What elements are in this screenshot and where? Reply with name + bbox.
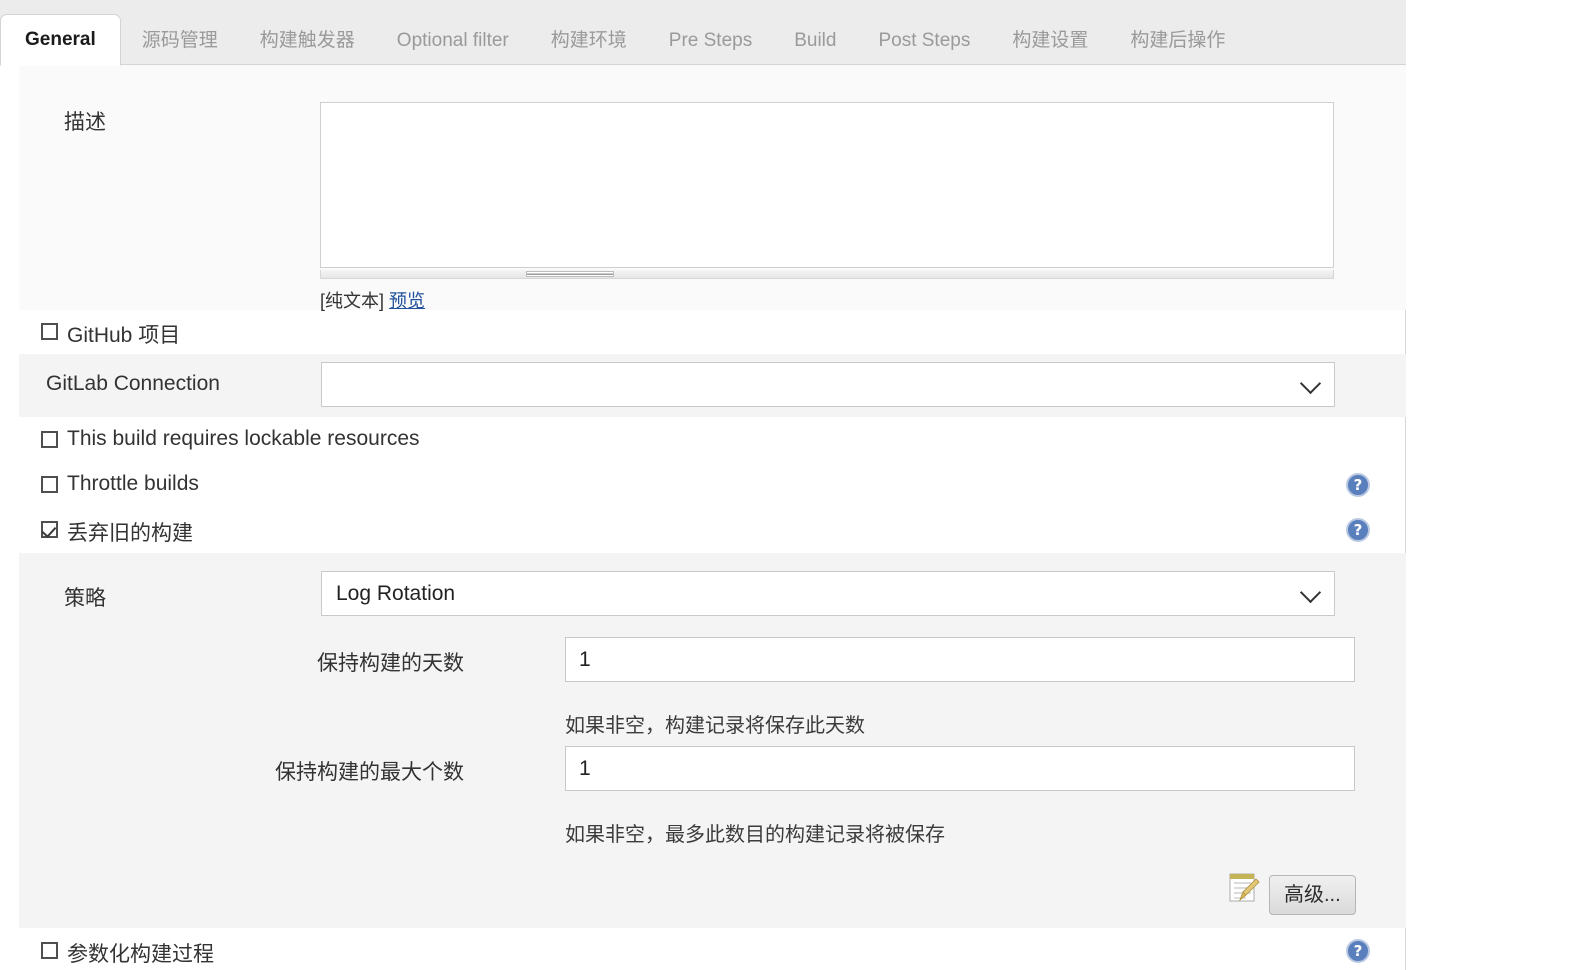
config-form-panel: 描述 [纯文本] 预览 GitHub 项目 GitLab Connection <box>0 65 1406 970</box>
parameterized-build-label: 参数化构建过程 <box>67 943 214 966</box>
lockable-resources-checkbox[interactable] <box>41 431 58 448</box>
chevron-down-icon <box>1299 372 1322 394</box>
throttle-builds-checkbox[interactable] <box>41 476 58 493</box>
tab-label: General <box>25 29 96 50</box>
help-icon[interactable]: ? <box>1346 939 1370 963</box>
gitlab-connection-label: GitLab Connection <box>46 372 220 395</box>
github-project-label: GitHub 项目 <box>67 324 181 347</box>
tab-build[interactable]: Build <box>773 16 857 66</box>
strategy-select[interactable]: Log Rotation <box>321 571 1335 616</box>
days-to-keep-label: 保持构建的天数 <box>317 652 464 675</box>
days-to-keep-value: 1 <box>579 647 591 671</box>
help-icon[interactable]: ? <box>1346 518 1370 542</box>
description-textarea[interactable] <box>320 102 1334 268</box>
days-to-keep-input[interactable]: 1 <box>565 637 1355 682</box>
tab-label: 构建环境 <box>550 30 627 51</box>
tab-list: General 源码管理 构建触发器 Optional filter 构建环境 … <box>0 0 1246 66</box>
tab-label: 源码管理 <box>141 30 218 51</box>
tab-label: 构建后操作 <box>1130 30 1226 51</box>
discard-old-builds-label: 丢弃旧的构建 <box>67 522 193 545</box>
lockable-resources-label: This build requires lockable resources <box>67 427 420 450</box>
days-to-keep-hint: 如果非空，构建记录将保存此天数 <box>565 715 865 737</box>
max-builds-input[interactable]: 1 <box>565 746 1355 791</box>
tab-general[interactable]: General <box>0 14 121 66</box>
description-section: 描述 [纯文本] 预览 <box>19 65 1406 311</box>
description-label: 描述 <box>64 111 106 134</box>
description-resize-bar[interactable] <box>320 270 1334 279</box>
tab-label: Post Steps <box>878 30 971 51</box>
tab-build-triggers[interactable]: 构建触发器 <box>239 16 376 66</box>
tab-build-settings[interactable]: 构建设置 <box>991 16 1109 66</box>
tab-label: Build <box>794 30 837 51</box>
tab-scm[interactable]: 源码管理 <box>121 16 239 66</box>
gitlab-connection-section: GitLab Connection <box>19 354 1406 417</box>
max-builds-hint: 如果非空，最多此数目的构建记录将被保存 <box>565 824 945 846</box>
throttle-builds-row[interactable]: Throttle builds ? <box>19 462 1406 507</box>
jenkins-job-config-page: General 源码管理 构建触发器 Optional filter 构建环境 … <box>0 0 1590 970</box>
description-preview-link[interactable]: 预览 <box>389 291 425 311</box>
parameterized-build-checkbox[interactable] <box>41 942 58 959</box>
tab-post-build-actions[interactable]: 构建后操作 <box>1109 16 1246 66</box>
help-icon[interactable]: ? <box>1346 473 1370 497</box>
tab-label: Optional filter <box>396 30 509 51</box>
markup-type-label: [纯文本] <box>320 291 385 311</box>
gitlab-connection-select[interactable] <box>321 362 1335 407</box>
parameterized-build-row[interactable]: 参数化构建过程 ? <box>19 928 1406 970</box>
chevron-down-icon <box>1299 581 1322 603</box>
strategy-label: 策略 <box>64 587 106 610</box>
advanced-button[interactable]: 高级... <box>1269 875 1356 915</box>
discard-strategy-section: 策略 Log Rotation 保持构建的天数 1 如果非空，构建记录将保存此天… <box>19 553 1406 928</box>
lockable-resources-row[interactable]: This build requires lockable resources <box>19 417 1406 462</box>
discard-old-builds-checkbox[interactable] <box>41 521 58 538</box>
config-tab-bar: General 源码管理 构建触发器 Optional filter 构建环境 … <box>0 0 1406 66</box>
max-builds-label: 保持构建的最大个数 <box>275 761 464 784</box>
github-project-row[interactable]: GitHub 项目 <box>19 310 1406 354</box>
tab-build-environment[interactable]: 构建环境 <box>530 16 648 66</box>
tab-pre-steps[interactable]: Pre Steps <box>648 16 773 66</box>
max-builds-value: 1 <box>579 756 591 780</box>
notepad-pencil-icon <box>1226 870 1260 909</box>
tab-post-steps[interactable]: Post Steps <box>857 16 991 66</box>
resize-grip-handle[interactable] <box>526 271 614 277</box>
discard-old-builds-row[interactable]: 丢弃旧的构建 ? <box>19 507 1406 553</box>
github-project-checkbox[interactable] <box>41 323 58 340</box>
tab-label: 构建触发器 <box>259 30 355 51</box>
tab-label: Pre Steps <box>668 30 753 51</box>
tab-label: 构建设置 <box>1012 30 1089 51</box>
tab-optional-filter[interactable]: Optional filter <box>376 16 530 66</box>
throttle-builds-label: Throttle builds <box>67 472 199 495</box>
strategy-value: Log Rotation <box>336 581 456 605</box>
